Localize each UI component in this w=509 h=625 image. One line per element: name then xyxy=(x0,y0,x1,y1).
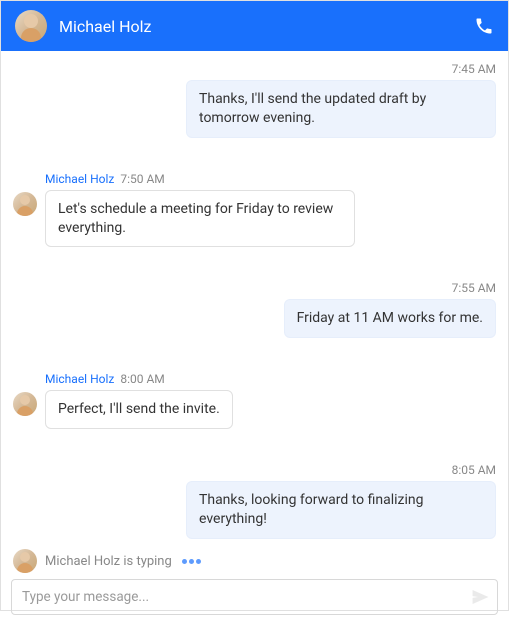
chat-header: Michael Holz xyxy=(1,1,508,51)
message-time: 7:45 AM xyxy=(13,62,496,76)
message-time: 8:00 AM xyxy=(120,372,164,386)
messages-scroll[interactable]: that. I'll check in with the dev team. 7… xyxy=(1,51,508,545)
composer xyxy=(1,579,508,625)
message-sender: Michael Holz xyxy=(45,172,114,186)
message-avatar[interactable] xyxy=(13,192,37,216)
message-avatar[interactable] xyxy=(13,392,37,416)
message-sender: Michael Holz xyxy=(45,372,114,386)
message-bubble: Friday at 11 AM works for me. xyxy=(284,299,496,338)
typing-dots-icon xyxy=(182,559,201,564)
send-button[interactable] xyxy=(471,588,489,606)
message-group: Michael Holz 8:00 AM Perfect, I'll send … xyxy=(13,372,496,429)
phone-icon xyxy=(474,16,494,36)
message-bubble: Thanks, looking forward to finalizing ev… xyxy=(186,481,496,539)
message-text: Thanks, I'll send the updated draft by t… xyxy=(199,91,426,126)
message-group: Michael Holz 7:50 AM Let's schedule a me… xyxy=(13,172,496,248)
message-input-wrap[interactable] xyxy=(11,579,498,615)
message-group: 7:45 AM Thanks, I'll send the updated dr… xyxy=(13,62,496,138)
message-time: 7:50 AM xyxy=(120,172,164,186)
message-text: Friday at 11 AM works for me. xyxy=(297,310,483,326)
contact-avatar[interactable] xyxy=(15,10,47,42)
message-group: 7:55 AM Friday at 11 AM works for me. xyxy=(13,281,496,338)
message-group: 8:05 AM Thanks, looking forward to final… xyxy=(13,463,496,539)
typing-avatar xyxy=(13,549,37,573)
message-time: 8:05 AM xyxy=(13,463,496,477)
contact-name: Michael Holz xyxy=(59,17,151,36)
message-text: Thanks, looking forward to finalizing ev… xyxy=(199,492,424,527)
call-button[interactable] xyxy=(474,16,494,36)
message-text: Perfect, I'll send the invite. xyxy=(58,401,220,417)
typing-text: Michael Holz is typing xyxy=(45,554,172,569)
message-text: Let's schedule a meeting for Friday to r… xyxy=(58,201,333,236)
message-time: 7:55 AM xyxy=(13,281,496,295)
message-bubble: Thanks, I'll send the updated draft by t… xyxy=(186,80,496,138)
send-icon xyxy=(471,588,489,606)
typing-indicator: Michael Holz is typing xyxy=(1,545,508,579)
message-bubble: Perfect, I'll send the invite. xyxy=(45,390,233,429)
message-bubble: Let's schedule a meeting for Friday to r… xyxy=(45,190,355,248)
message-input[interactable] xyxy=(22,589,471,605)
